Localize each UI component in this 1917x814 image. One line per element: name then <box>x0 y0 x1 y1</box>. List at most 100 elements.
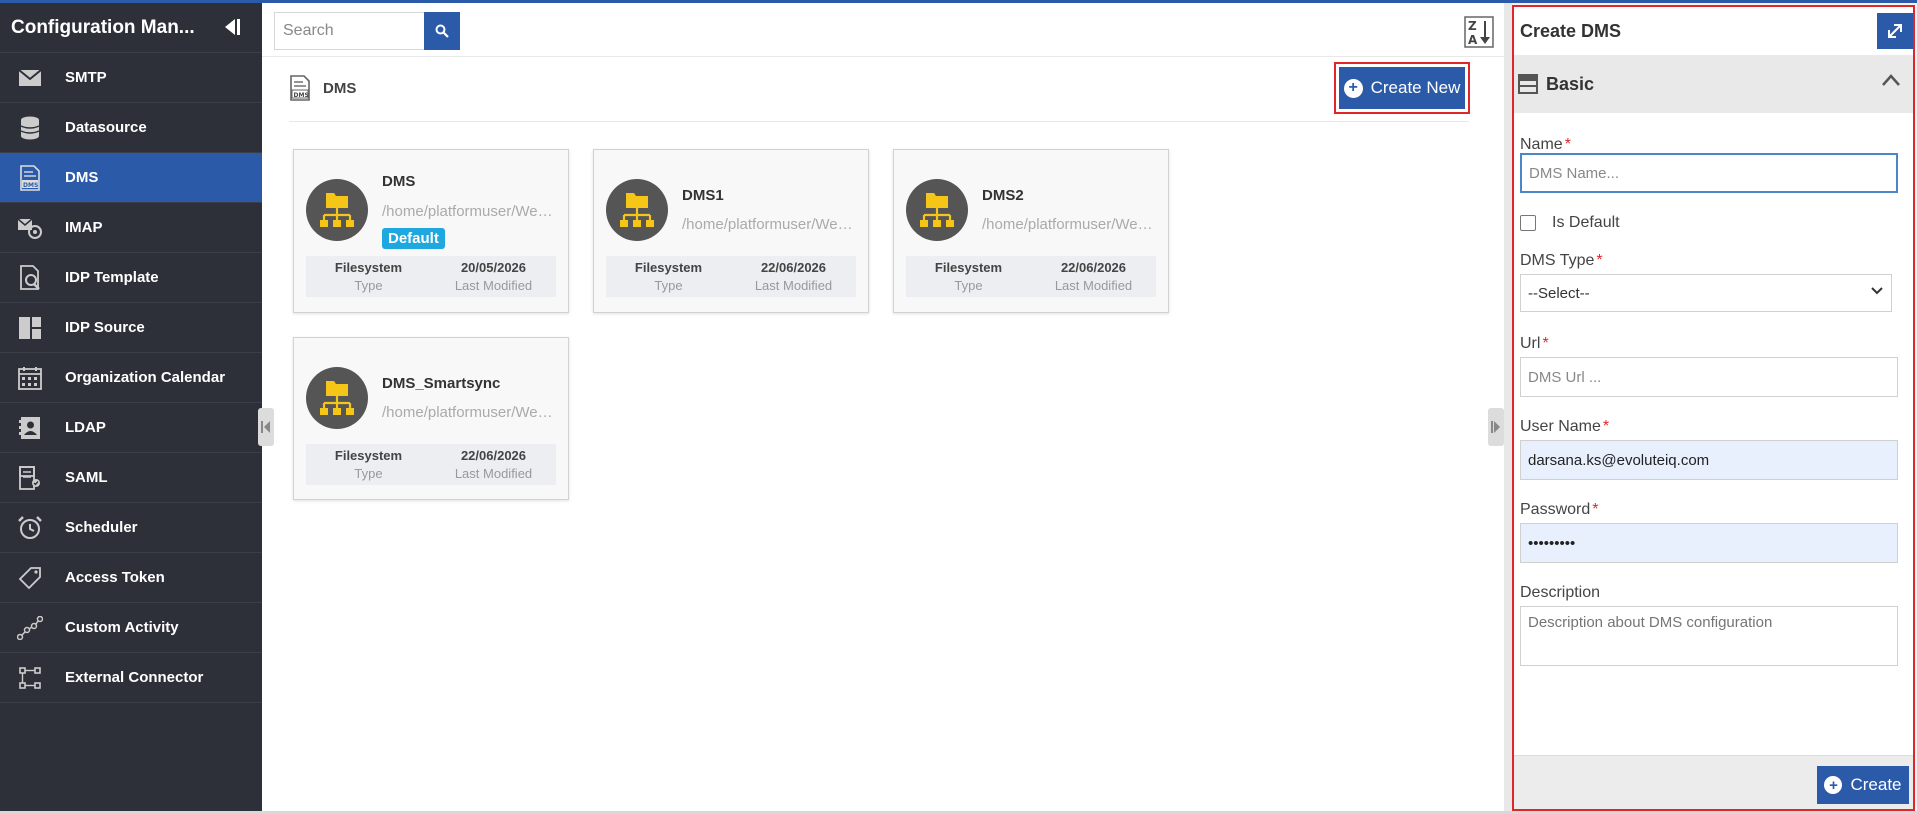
plus-circle-icon: + <box>1824 776 1843 794</box>
sidebar-item-datasource[interactable]: Datasource <box>0 103 262 153</box>
card-name: DMS_Smartsync <box>382 375 501 392</box>
card-name: DMS1 <box>682 187 724 204</box>
password-label: Password * <box>1520 501 1598 519</box>
search-input[interactable] <box>274 12 424 50</box>
card-modified-value: 20/05/2026 <box>460 260 527 275</box>
sidebar-item-label: Datasource <box>65 119 147 136</box>
username-label: User Name * <box>1520 418 1609 436</box>
description-field[interactable] <box>1520 606 1898 666</box>
section-divider <box>289 121 1469 122</box>
folder-network-icon <box>606 179 668 241</box>
card-type-label: Type <box>354 278 383 293</box>
ldap-contact-icon <box>15 415 45 441</box>
card-modified-label: Last Modified <box>754 278 833 293</box>
name-field[interactable] <box>1520 153 1898 193</box>
card-path: /home/platformuser/Web/DMS2 <box>982 216 1158 233</box>
sidebar-item-label: SAML <box>65 469 108 486</box>
dms-card[interactable]: DMS2 /home/platformuser/Web/DMS2 Filesys… <box>893 149 1169 313</box>
idp-template-icon <box>15 264 45 291</box>
sidebar-item-label: IDP Template <box>65 269 159 286</box>
sidebar-item-label: IMAP <box>65 219 103 236</box>
sidebar-item-scheduler[interactable]: Scheduler <box>0 503 262 553</box>
panel-title: Create DMS <box>1520 20 1622 41</box>
sidebar-item-imap[interactable]: IMAP <box>0 203 262 253</box>
sidebar-item-access-token[interactable]: Access Token <box>0 553 262 603</box>
sidebar-item-idp-template[interactable]: IDP Template <box>0 253 262 303</box>
tag-icon <box>15 565 45 591</box>
username-label-text: User Name <box>1520 418 1601 435</box>
sidebar-title: Configuration Man... <box>11 16 195 38</box>
sidebar-item-label: Access Token <box>65 569 165 586</box>
card-name: DMS <box>382 173 416 190</box>
card-modified-value: 22/06/2026 <box>460 448 527 463</box>
url-label-text: Url <box>1520 335 1541 352</box>
password-field[interactable] <box>1520 523 1898 563</box>
sidebar-item-label: DMS <box>65 169 99 186</box>
url-field[interactable] <box>1520 357 1898 397</box>
expand-icon <box>1888 24 1902 38</box>
create-dms-panel: Create DMS Basic Name* Is Default DMS Ty… <box>1512 5 1915 811</box>
sidebar-item-smtp[interactable]: SMTP <box>0 53 262 103</box>
name-label: Name * <box>1520 136 1571 154</box>
mail-icon <box>15 65 45 91</box>
create-button[interactable]: + Create <box>1817 766 1909 804</box>
create-new-button[interactable]: + Create New <box>1339 67 1465 109</box>
activity-nodes-icon <box>15 615 45 641</box>
calendar-icon <box>15 365 45 391</box>
is-default-label: Is Default <box>1552 214 1620 231</box>
card-type-label: Type <box>654 278 683 293</box>
name-label-text: Name <box>1520 136 1563 153</box>
card-type-value: Filesystem <box>634 260 703 275</box>
url-label: Url * <box>1520 335 1549 353</box>
chevron-down-icon <box>1871 287 1883 295</box>
sidebar-item-idp-source[interactable]: IDP Source <box>0 303 262 353</box>
basic-section-header[interactable]: Basic <box>1514 55 1913 113</box>
dms-type-select[interactable]: --Select-- <box>1520 274 1892 312</box>
panel-splitter[interactable] <box>1504 3 1512 814</box>
form-section-icon <box>1518 74 1538 94</box>
collapse-sidebar-icon[interactable] <box>222 17 242 37</box>
sidebar-item-label: SMTP <box>65 69 107 86</box>
alarm-clock-icon <box>15 515 45 541</box>
dms-card[interactable]: DMS_Smartsync /home/platformuser/Web/DMS… <box>293 337 569 500</box>
username-field[interactable] <box>1520 440 1898 480</box>
search-bar <box>274 12 460 50</box>
sidebar-item-ldap[interactable]: LDAP <box>0 403 262 453</box>
card-modified-value: 22/06/2026 <box>760 260 827 275</box>
card-path: /home/platformuser/Web/DMS_Smartsync <box>382 404 558 421</box>
collapse-left-panel-handle[interactable] <box>258 408 274 446</box>
card-footer: Filesystem Type 22/06/2026 Last Modified <box>606 256 856 297</box>
sidebar-item-dms[interactable]: DMS DMS <box>0 153 262 203</box>
expand-panel-button[interactable] <box>1877 13 1913 49</box>
card-footer: Filesystem Type 22/06/2026 Last Modified <box>306 444 556 485</box>
dms-card[interactable]: DMS /home/platformuser/Web/DMS Default F… <box>293 149 569 313</box>
svg-text:DMS: DMS <box>23 182 38 189</box>
expand-right-panel-handle[interactable] <box>1488 408 1504 446</box>
dms-document-icon: DMS <box>15 164 45 191</box>
collapse-right-icon <box>1491 421 1500 433</box>
search-button[interactable] <box>424 12 460 50</box>
sidebar-item-label: LDAP <box>65 419 106 436</box>
sidebar-item-external-connector[interactable]: External Connector <box>0 653 262 703</box>
card-type-label: Type <box>354 466 383 481</box>
dms-type-label-text: DMS Type <box>1520 252 1595 269</box>
main-content: Z A DMS DMS + Create New DMS /home/platf… <box>258 3 1504 814</box>
create-new-highlight: + Create New <box>1334 62 1470 114</box>
svg-text:DMS: DMS <box>294 92 309 99</box>
password-label-text: Password <box>1520 501 1591 518</box>
panel-header: Create DMS <box>1514 7 1913 55</box>
chevron-up-icon[interactable] <box>1881 73 1901 87</box>
card-type-value: Filesystem <box>334 448 403 463</box>
page-title: DMS <box>323 79 357 97</box>
section-header: DMS DMS <box>289 75 356 101</box>
database-icon <box>15 115 45 141</box>
sort-za-icon[interactable]: Z A <box>1464 16 1494 48</box>
sidebar-item-saml[interactable]: SAML <box>0 453 262 503</box>
dms-card[interactable]: DMS1 /home/platformuser/Web/DMS1 Filesys… <box>593 149 869 313</box>
is-default-checkbox[interactable] <box>1520 215 1536 231</box>
sidebar-item-custom-activity[interactable]: Custom Activity <box>0 603 262 653</box>
folder-network-icon <box>306 367 368 429</box>
sidebar-item-organization-calendar[interactable]: Organization Calendar <box>0 353 262 403</box>
sidebar-item-label: External Connector <box>65 669 204 686</box>
dms-type-value: --Select-- <box>1528 284 1590 302</box>
